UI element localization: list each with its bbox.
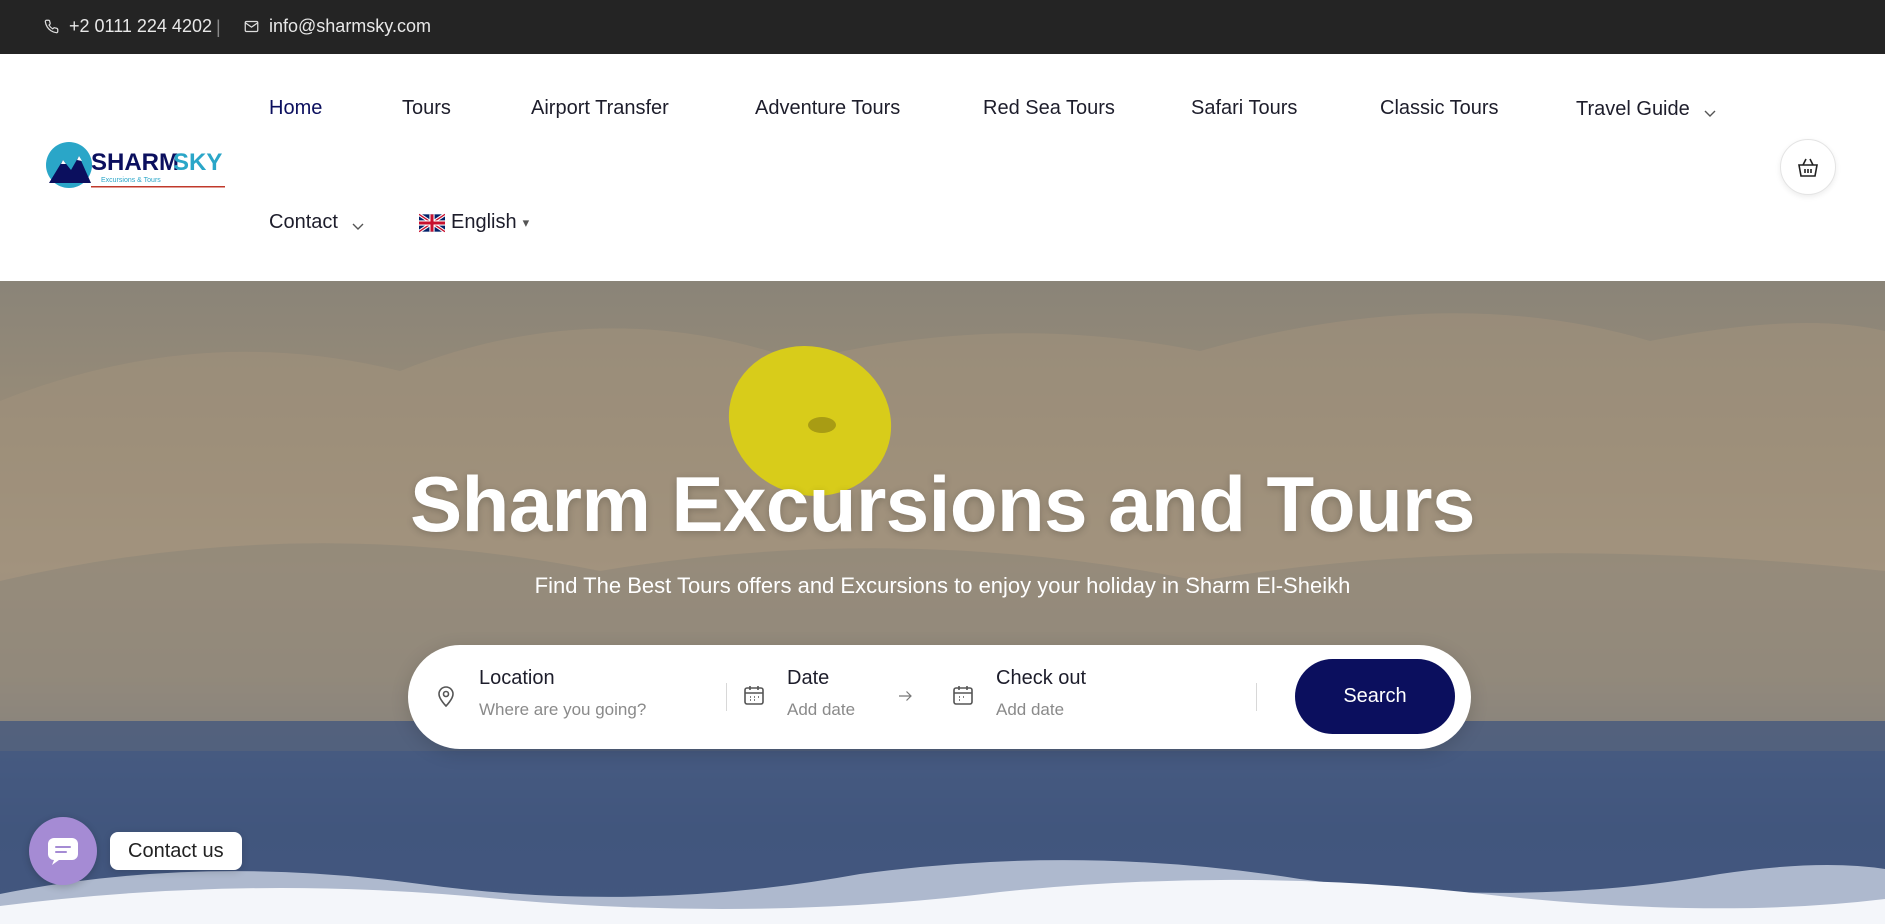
checkout-field[interactable]: Check out Add date (996, 667, 1086, 720)
phone-icon (44, 19, 59, 34)
calendar-icon (744, 686, 764, 705)
tour-search-bar: Location Where are you going? Date Add d… (408, 645, 1471, 749)
wave-divider (0, 860, 1885, 924)
language-caret-icon: ▾ (522, 214, 530, 230)
mail-icon (244, 20, 259, 33)
chevron-down-icon (352, 223, 364, 230)
phone-contact[interactable]: +2 0111 224 4202 (44, 16, 212, 37)
nav-red-sea-tours-label: Red Sea Tours (983, 97, 1115, 119)
svg-text:Excursions & Tours: Excursions & Tours (101, 177, 161, 184)
location-label: Location (479, 667, 555, 689)
field-divider (1256, 683, 1257, 711)
nav-airport-transfer[interactable]: Airport Transfer (531, 97, 669, 120)
email-contact[interactable]: info@sharmsky.com (244, 16, 431, 37)
svg-text:SKY: SKY (173, 149, 222, 176)
nav-contact[interactable]: Contact (269, 210, 366, 234)
chevron-down-icon (1704, 110, 1716, 117)
nav-tours[interactable]: Tours (402, 97, 451, 120)
nav-tours-label: Tours (402, 97, 451, 119)
hero-background-image (0, 313, 1885, 924)
nav-adventure-tours-label: Adventure Tours (755, 97, 901, 119)
nav-travel-guide-label: Travel Guide (1576, 97, 1690, 120)
nav-contact-label: Contact (269, 210, 338, 233)
hero-section: Sharm Excursions and Tours Find The Best… (0, 281, 1885, 924)
email-address: info@sharmsky.com (269, 16, 431, 36)
date-input[interactable]: Add date (787, 700, 855, 720)
nav-classic-tours[interactable]: Classic Tours (1380, 97, 1499, 120)
search-button[interactable]: Search (1295, 659, 1455, 734)
field-divider (726, 683, 727, 711)
location-pin-icon (438, 686, 454, 708)
nav-home-label: Home (269, 97, 323, 119)
arrow-right-icon (899, 691, 912, 701)
chat-icon (48, 838, 78, 865)
basket-icon (1798, 158, 1818, 177)
nav-adventure-tours[interactable]: Adventure Tours (755, 97, 900, 120)
location-field[interactable]: Location Where are you going? (479, 667, 646, 720)
nav-classic-tours-label: Classic Tours (1380, 97, 1499, 119)
svg-text:SHARM: SHARM (91, 149, 179, 176)
calendar-check-icon (953, 686, 973, 705)
nav-red-sea-tours[interactable]: Red Sea Tours (983, 97, 1115, 120)
date-label: Date (787, 667, 830, 689)
cart-button[interactable] (1780, 139, 1836, 195)
contact-widget-button[interactable] (29, 817, 97, 885)
language-selector[interactable]: English ▾ (419, 211, 529, 234)
date-field[interactable]: Date Add date (787, 667, 855, 720)
topbar-divider: | (216, 17, 221, 37)
nav-home[interactable]: Home (269, 97, 322, 120)
hero-title: Sharm Excursions and Tours (410, 460, 1475, 548)
location-input[interactable]: Where are you going? (479, 700, 646, 720)
nav-airport-transfer-label: Airport Transfer (531, 97, 669, 119)
uk-flag-icon (419, 212, 445, 233)
contact-widget-label[interactable]: Contact us (110, 832, 242, 870)
nav-safari-tours[interactable]: Safari Tours (1191, 97, 1297, 120)
phone-number: +2 0111 224 4202 (69, 16, 212, 36)
top-bar: +2 0111 224 4202 | info@sharmsky.com (0, 0, 1885, 54)
site-header: SHARM SKY Excursions & Tours Home Tours … (0, 54, 1885, 281)
nav-safari-tours-label: Safari Tours (1191, 97, 1298, 119)
nav-travel-guide[interactable]: Travel Guide (1576, 97, 1718, 121)
hero-subtitle: Find The Best Tours offers and Excursion… (534, 573, 1351, 598)
language-label: English (451, 211, 517, 233)
site-logo[interactable]: SHARM SKY Excursions & Tours (45, 138, 230, 192)
checkout-input[interactable]: Add date (996, 700, 1086, 720)
checkout-label: Check out (996, 667, 1087, 689)
